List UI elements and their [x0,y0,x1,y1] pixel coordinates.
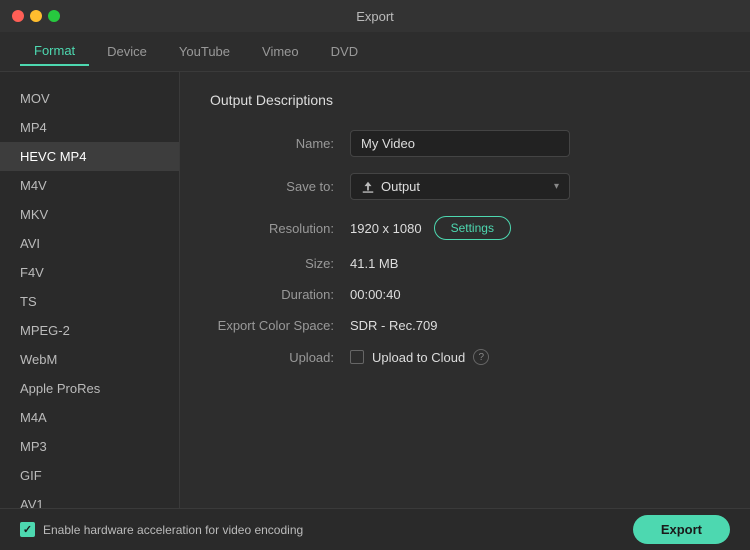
color-space-value: SDR - Rec.709 [350,318,437,333]
sidebar-item-m4v[interactable]: M4V [0,171,179,200]
sidebar-item-gif[interactable]: GIF [0,461,179,490]
sidebar-item-mpeg2[interactable]: MPEG-2 [0,316,179,345]
sidebar-item-mkv[interactable]: MKV [0,200,179,229]
chevron-down-icon: ▾ [554,181,559,192]
save-to-row: Save to: Output ▾ [210,173,720,200]
tab-device[interactable]: Device [93,38,161,65]
save-to-value: Output [381,179,420,194]
sidebar-item-ts[interactable]: TS [0,287,179,316]
tab-dvd[interactable]: DVD [317,38,372,65]
hw-accel-row: Enable hardware acceleration for video e… [20,522,303,537]
sidebar-item-f4v[interactable]: F4V [0,258,179,287]
duration-row: Duration: 00:00:40 [210,287,720,302]
format-sidebar: MOV MP4 HEVC MP4 M4V MKV AVI F4V TS MPEG… [0,72,180,508]
duration-label: Duration: [210,287,350,302]
resolution-label: Resolution: [210,221,350,236]
upload-label: Upload: [210,350,350,365]
save-to-select[interactable]: Output ▾ [350,173,570,200]
duration-value: 00:00:40 [350,287,401,302]
upload-icon [361,180,375,194]
tab-format[interactable]: Format [20,37,89,66]
minimize-dot[interactable] [30,10,42,22]
main-layout: MOV MP4 HEVC MP4 M4V MKV AVI F4V TS MPEG… [0,72,750,508]
sidebar-item-mp3[interactable]: MP3 [0,432,179,461]
sidebar-item-hevc-mp4[interactable]: HEVC MP4 [0,142,179,171]
upload-cloud-label: Upload to Cloud [372,350,465,365]
resolution-row: Resolution: 1920 x 1080 Settings [210,216,720,240]
traffic-lights [12,10,60,22]
hw-accel-checkbox[interactable] [20,522,35,537]
sidebar-item-avi[interactable]: AVI [0,229,179,258]
tab-youtube[interactable]: YouTube [165,38,244,65]
close-dot[interactable] [12,10,24,22]
size-row: Size: 41.1 MB [210,256,720,271]
sidebar-item-av1[interactable]: AV1 [0,490,179,508]
name-input[interactable] [350,130,570,157]
size-value: 41.1 MB [350,256,398,271]
maximize-dot[interactable] [48,10,60,22]
save-to-label: Save to: [210,179,350,194]
section-title: Output Descriptions [210,92,720,108]
size-label: Size: [210,256,350,271]
sidebar-item-webm[interactable]: WebM [0,345,179,374]
output-content: Output Descriptions Name: Save to: Outpu… [180,72,750,508]
sidebar-item-m4a[interactable]: M4A [0,403,179,432]
resolution-value: 1920 x 1080 [350,221,422,236]
tab-bar: Format Device YouTube Vimeo DVD [0,32,750,72]
export-button[interactable]: Export [633,515,730,544]
sidebar-item-mov[interactable]: MOV [0,84,179,113]
bottom-bar: Enable hardware acceleration for video e… [0,508,750,550]
window-title: Export [356,9,394,24]
tab-vimeo[interactable]: Vimeo [248,38,313,65]
color-space-label: Export Color Space: [210,318,350,333]
sidebar-item-apple-prores[interactable]: Apple ProRes [0,374,179,403]
upload-cloud-checkbox[interactable] [350,350,364,364]
help-icon[interactable]: ? [473,349,489,365]
title-bar: Export [0,0,750,32]
sidebar-item-mp4[interactable]: MP4 [0,113,179,142]
name-row: Name: [210,130,720,157]
name-label: Name: [210,136,350,151]
color-space-row: Export Color Space: SDR - Rec.709 [210,318,720,333]
settings-button[interactable]: Settings [434,216,511,240]
upload-row: Upload: Upload to Cloud ? [210,349,720,365]
hw-accel-label: Enable hardware acceleration for video e… [43,523,303,537]
